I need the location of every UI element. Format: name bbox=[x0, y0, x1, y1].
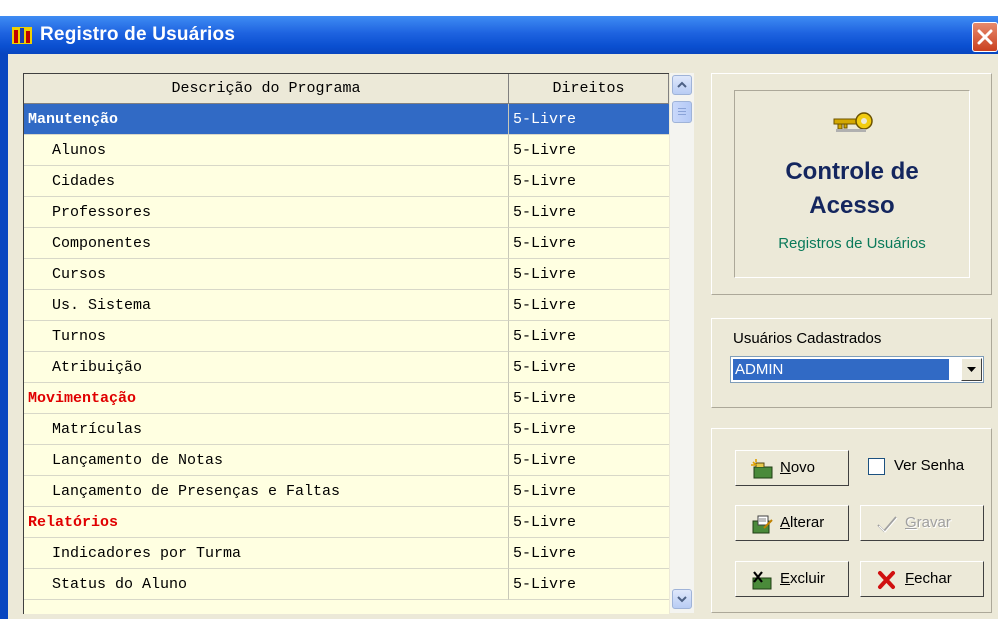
key-icon bbox=[833, 112, 873, 132]
window-title: Registro de Usuários bbox=[40, 24, 236, 45]
logo-panel: Controle de Acesso Registros de Usuários bbox=[711, 73, 992, 295]
close-icon bbox=[977, 29, 993, 45]
fechar-label: Fechar bbox=[905, 570, 952, 587]
chevron-up-icon bbox=[677, 81, 687, 88]
program-name-cell[interactable]: Cidades bbox=[24, 166, 509, 197]
program-name-cell[interactable]: Atribuição bbox=[24, 352, 509, 383]
novo-button[interactable]: Novo bbox=[735, 450, 849, 486]
table-row[interactable]: Lançamento de Notas 5-Livre bbox=[24, 445, 669, 476]
logo-box: Controle de Acesso Registros de Usuários bbox=[734, 90, 970, 278]
rights-cell[interactable]: 5-Livre bbox=[509, 352, 669, 383]
scroll-thumb[interactable] bbox=[672, 101, 692, 123]
rights-cell[interactable]: 5-Livre bbox=[509, 414, 669, 445]
rights-cell[interactable]: 5-Livre bbox=[509, 538, 669, 569]
rights-cell[interactable]: 5-Livre bbox=[509, 476, 669, 507]
rights-cell[interactable]: 5-Livre bbox=[509, 259, 669, 290]
excluir-label: Excluir bbox=[780, 570, 826, 587]
close-x-icon bbox=[878, 571, 895, 589]
table-row[interactable]: Status do Aluno 5-Livre bbox=[24, 569, 669, 600]
table-row[interactable]: Relatórios 5-Livre bbox=[24, 507, 669, 538]
users-select[interactable]: ADMIN bbox=[730, 356, 984, 383]
gravar-label: Gravar bbox=[905, 514, 951, 531]
users-label: Usuários Cadastrados bbox=[733, 330, 882, 347]
rights-cell[interactable]: 5-Livre bbox=[509, 507, 669, 538]
chevron-down-icon bbox=[677, 596, 687, 603]
program-name-cell[interactable]: Alunos bbox=[24, 135, 509, 166]
close-button[interactable] bbox=[972, 22, 998, 52]
edit-icon bbox=[752, 515, 773, 534]
rights-cell[interactable]: 5-Livre bbox=[509, 135, 669, 166]
grid-header: Descrição do Programa Direitos bbox=[24, 74, 669, 104]
rights-cell[interactable]: 5-Livre bbox=[509, 104, 669, 135]
excluir-button[interactable]: Excluir bbox=[735, 561, 849, 597]
column-header-direitos[interactable]: Direitos bbox=[509, 74, 669, 104]
fechar-button[interactable]: Fechar bbox=[860, 561, 984, 597]
grid-scrollbar[interactable] bbox=[670, 73, 694, 613]
rights-cell[interactable]: 5-Livre bbox=[509, 197, 669, 228]
rights-cell[interactable]: 5-Livre bbox=[509, 569, 669, 600]
table-row[interactable]: Cursos 5-Livre bbox=[24, 259, 669, 290]
delete-icon bbox=[752, 571, 772, 590]
program-name-cell[interactable]: Us. Sistema bbox=[24, 290, 509, 321]
table-row[interactable]: Movimentação 5-Livre bbox=[24, 383, 669, 414]
programs-grid[interactable]: Descrição do Programa Direitos Manutençã… bbox=[23, 73, 669, 614]
program-name-cell[interactable]: Matrículas bbox=[24, 414, 509, 445]
table-row[interactable]: Lançamento de Presenças e Faltas 5-Livre bbox=[24, 476, 669, 507]
logo-title-line2: Acesso bbox=[809, 192, 895, 219]
window-border bbox=[0, 54, 8, 619]
program-name-cell[interactable]: Professores bbox=[24, 197, 509, 228]
table-row[interactable]: Cidades 5-Livre bbox=[24, 166, 669, 197]
ver-senha-label[interactable]: Ver Senha bbox=[894, 457, 964, 474]
program-name-cell[interactable]: Lançamento de Presenças e Faltas bbox=[24, 476, 509, 507]
table-row[interactable]: Atribuição 5-Livre bbox=[24, 352, 669, 383]
logo-title-line1: Controle de bbox=[785, 158, 919, 185]
program-name-cell[interactable]: Status do Aluno bbox=[24, 569, 509, 600]
table-row[interactable]: Professores 5-Livre bbox=[24, 197, 669, 228]
table-row[interactable]: Matrículas 5-Livre bbox=[24, 414, 669, 445]
program-name-cell[interactable]: Turnos bbox=[24, 321, 509, 352]
program-name-cell[interactable]: Indicadores por Turma bbox=[24, 538, 509, 569]
alterar-label: Alterar bbox=[780, 514, 825, 531]
alterar-button[interactable]: Alterar bbox=[735, 505, 849, 541]
table-row[interactable]: Us. Sistema 5-Livre bbox=[24, 290, 669, 321]
dropdown-arrow-icon bbox=[967, 367, 976, 372]
rights-cell[interactable]: 5-Livre bbox=[509, 228, 669, 259]
program-name-cell[interactable]: Relatórios bbox=[24, 507, 509, 538]
column-header-descricao[interactable]: Descrição do Programa bbox=[24, 74, 509, 104]
novo-label: Novo bbox=[780, 459, 816, 476]
ver-senha-checkbox[interactable] bbox=[868, 458, 885, 475]
table-row[interactable]: Componentes 5-Livre bbox=[24, 228, 669, 259]
program-name-cell[interactable]: Componentes bbox=[24, 228, 509, 259]
table-row[interactable]: Turnos 5-Livre bbox=[24, 321, 669, 352]
registro-usuarios-window: Registro de Usuários Descrição do Progra… bbox=[0, 0, 998, 619]
logo-subtitle: Registros de Usuários bbox=[778, 235, 926, 252]
rights-cell[interactable]: 5-Livre bbox=[509, 321, 669, 352]
table-row[interactable]: Manutenção 5-Livre bbox=[24, 104, 669, 135]
program-name-cell[interactable]: Movimentação bbox=[24, 383, 509, 414]
users-select-button[interactable] bbox=[961, 358, 982, 381]
app-icon bbox=[12, 27, 32, 44]
users-select-value: ADMIN bbox=[733, 359, 949, 380]
program-name-cell[interactable]: Lançamento de Notas bbox=[24, 445, 509, 476]
gravar-button[interactable]: Gravar bbox=[860, 505, 984, 541]
rights-cell[interactable]: 5-Livre bbox=[509, 383, 669, 414]
program-name-cell[interactable]: Cursos bbox=[24, 259, 509, 290]
scroll-up-button[interactable] bbox=[672, 75, 692, 95]
scroll-down-button[interactable] bbox=[672, 589, 692, 609]
rights-cell[interactable]: 5-Livre bbox=[509, 290, 669, 321]
new-icon bbox=[751, 459, 773, 479]
check-icon bbox=[877, 516, 898, 533]
table-row[interactable]: Indicadores por Turma 5-Livre bbox=[24, 538, 669, 569]
table-row[interactable]: Alunos 5-Livre bbox=[24, 135, 669, 166]
rights-cell[interactable]: 5-Livre bbox=[509, 166, 669, 197]
program-name-cell[interactable]: Manutenção bbox=[24, 104, 509, 135]
rights-cell[interactable]: 5-Livre bbox=[509, 445, 669, 476]
